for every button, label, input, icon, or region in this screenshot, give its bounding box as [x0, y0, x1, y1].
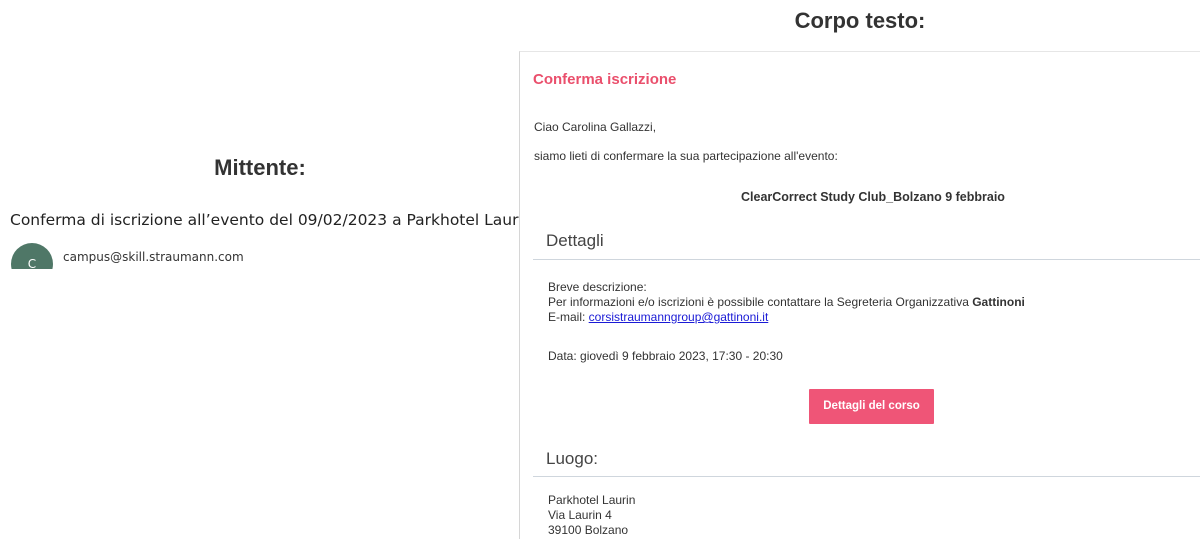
email-title: Conferma iscrizione — [533, 71, 677, 88]
email-label: E-mail: — [548, 310, 589, 324]
event-date: Data: giovedì 9 febbraio 2023, 17:30 - 2… — [548, 349, 783, 363]
details-divider — [533, 259, 1200, 260]
organizer-name: Gattinoni — [972, 295, 1025, 309]
details-section-title: Dettagli — [546, 231, 604, 250]
description-text: Per informazioni e/o iscrizioni è possib… — [548, 295, 1025, 310]
sender-email: campus@skill.straumann.com — [63, 250, 244, 264]
email-subject: Conferma di iscrizione all’evento del 09… — [10, 211, 533, 229]
address-block: Parkhotel Laurin Via Laurin 4 39100 Bolz… — [548, 493, 635, 538]
sender-row: C campus@skill.straumann.com — [11, 243, 511, 269]
greeting: Ciao Carolina Gallazzi, — [534, 120, 657, 134]
intro-text: siamo lieti di confermare la sua parteci… — [534, 149, 838, 163]
sender-heading: Mittente: — [214, 155, 306, 180]
address-line: Via Laurin 4 — [548, 508, 612, 522]
description-label: Breve descrizione: — [548, 280, 647, 294]
description-body: Per informazioni e/o iscrizioni è possib… — [548, 295, 973, 309]
address-line: Parkhotel Laurin — [548, 493, 636, 507]
contact-email-line: E-mail: corsistraumanngroup@gattinoni.it — [548, 310, 1025, 325]
body-heading: Corpo testo: — [794, 8, 926, 33]
address-line: 39100 Bolzano — [548, 523, 629, 537]
event-name: ClearCorrect Study Club_Bolzano 9 febbra… — [741, 190, 1005, 204]
location-divider — [533, 476, 1200, 477]
avatar: C — [11, 243, 53, 269]
location-section-title: Luogo: — [546, 449, 598, 468]
description-block: Breve descrizione: Per informazioni e/o … — [548, 280, 1025, 325]
course-details-button[interactable]: Dettagli del corso — [809, 389, 934, 424]
email-body-panel: Conferma iscrizione Ciao Carolina Gallaz… — [519, 51, 1200, 539]
contact-email-link[interactable]: corsistraumanngroup@gattinoni.it — [589, 310, 769, 324]
